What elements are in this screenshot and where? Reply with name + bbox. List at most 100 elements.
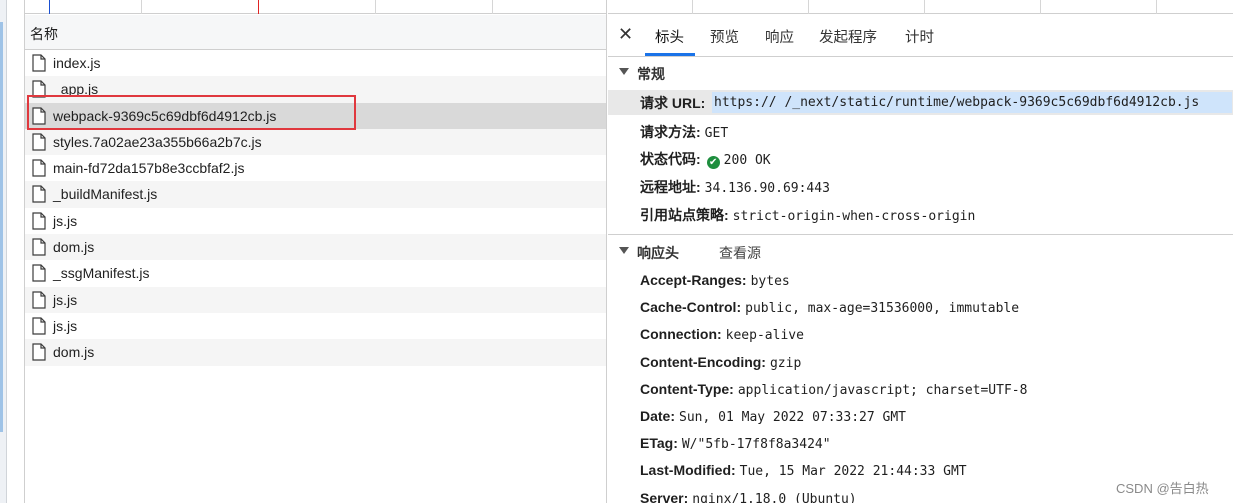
request-row[interactable]: _buildManifest.js xyxy=(25,181,606,208)
response-header-value: application/javascript; charset=UTF-8 xyxy=(737,382,1028,398)
request-name: index.js xyxy=(53,55,101,71)
timeline-tick xyxy=(375,0,376,14)
tab-preview[interactable]: 预览 xyxy=(710,26,739,47)
file-icon xyxy=(32,159,46,177)
name-column-label: 名称 xyxy=(30,26,58,42)
request-row[interactable]: _ssgManifest.js xyxy=(25,260,606,286)
response-header-key: ETag: xyxy=(640,435,678,452)
file-icon xyxy=(32,54,46,72)
response-header-key: Server: xyxy=(640,489,689,503)
response-header-value: bytes xyxy=(750,274,790,289)
request-row[interactable]: js.js xyxy=(25,208,606,234)
response-header-key: Connection: xyxy=(640,326,722,343)
referrer-policy-row: 引用站点策略: strict-origin-when-cross-origin xyxy=(640,205,975,225)
response-header-row: Connection: keep-alive xyxy=(640,326,804,346)
request-name: js.js xyxy=(53,291,78,308)
response-header-value: keep-alive xyxy=(725,328,804,344)
timeline-tick xyxy=(141,0,142,14)
response-header-row: Accept-Ranges: bytes xyxy=(640,272,790,292)
request-name: js.js xyxy=(53,212,78,229)
left-gutter xyxy=(0,0,7,503)
file-icon xyxy=(32,238,46,256)
status-code-row: 状态代码: ✔ 200 OK xyxy=(640,149,771,169)
response-header-key: Cache-Control: xyxy=(640,299,742,316)
remote-address-key: 远程地址: xyxy=(640,179,701,195)
file-icon xyxy=(32,291,46,309)
referrer-policy-value: strict-origin-when-cross-origin xyxy=(732,209,976,224)
file-icon xyxy=(32,212,46,230)
response-headers-section-header[interactable]: 响应头 查看源 xyxy=(608,243,1233,265)
request-row[interactable]: index.js xyxy=(25,50,606,76)
request-row[interactable]: dom.js xyxy=(25,339,606,366)
timeline-tick xyxy=(692,0,693,14)
request-row[interactable]: styles.7a02ae23a355b66a2b7c.js xyxy=(25,128,606,156)
response-header-value: Tue, 15 Mar 2022 21:44:33 GMT xyxy=(739,464,967,480)
tab-timing[interactable]: 计时 xyxy=(905,26,934,47)
response-header-row: Content-Encoding: gzip xyxy=(640,354,801,374)
response-header-value: public, max-age=31536000, immutable xyxy=(745,301,1020,317)
gutter-marker xyxy=(0,22,3,432)
response-header-value: nginx/1.18.0 (Ubuntu) xyxy=(692,491,857,503)
response-header-key: Accept-Ranges: xyxy=(640,272,747,288)
response-header-row: Last-Modified: Tue, 15 Mar 2022 21:44:33 … xyxy=(640,462,967,482)
request-row[interactable]: _app.js xyxy=(25,76,606,103)
close-icon[interactable]: ✕ xyxy=(618,25,634,43)
file-icon xyxy=(32,343,46,361)
request-row[interactable]: js.js xyxy=(25,286,606,313)
collapse-triangle-icon xyxy=(619,247,629,254)
timeline-tick xyxy=(492,0,493,14)
timeline-tick xyxy=(1040,0,1041,14)
response-header-row: Server: nginx/1.18.0 (Ubuntu) xyxy=(640,490,857,503)
general-section-title: 常规 xyxy=(637,66,665,82)
watermark: CSDN @告白热 xyxy=(1116,481,1209,496)
response-header-key: Date: xyxy=(640,408,676,424)
file-icon xyxy=(32,133,46,151)
response-header-key: Content-Type: xyxy=(640,380,734,397)
status-code-key: 状态代码: xyxy=(640,151,701,167)
request-name: _app.js xyxy=(53,81,99,98)
request-row[interactable]: main-fd72da157b8e3ccbfaf2.js xyxy=(25,155,606,181)
request-url-key: 请求 URL: xyxy=(640,95,706,111)
section-divider xyxy=(608,234,1233,235)
request-url-row: 请求 URL: https:// /_next/static/runtime/w… xyxy=(608,90,1233,115)
response-headers-title: 响应头 xyxy=(637,245,679,261)
file-icon xyxy=(32,185,46,204)
file-icon xyxy=(32,264,46,282)
request-name: dom.js xyxy=(53,344,95,361)
response-header-row: ETag: W/"5fb-17f8f8a3424" xyxy=(640,435,831,455)
file-icon xyxy=(32,106,46,125)
dom-content-loaded-line xyxy=(49,0,50,14)
request-name: styles.7a02ae23a355b66a2b7c.js xyxy=(53,133,262,150)
response-header-row: Content-Type: application/javascript; cha… xyxy=(640,381,1027,401)
request-name: js.js xyxy=(53,317,78,334)
name-column-header[interactable]: 名称 xyxy=(25,15,606,50)
remote-address-value: 34.136.90.69:443 xyxy=(704,181,830,196)
response-header-row: Date: Sun, 01 May 2022 07:33:27 GMT xyxy=(640,408,906,428)
timeline-overview-right xyxy=(608,0,1233,14)
request-row[interactable]: js.js xyxy=(25,313,606,339)
request-row[interactable]: webpack-9369c5c69dbf6d4912cb.js xyxy=(25,102,606,129)
tab-initiator[interactable]: 发起程序 xyxy=(819,26,877,47)
request-method-key: 请求方法: xyxy=(640,124,701,140)
view-source-link[interactable]: 查看源 xyxy=(719,243,761,263)
timeline-tick xyxy=(924,0,925,14)
tab-headers[interactable]: 标头 xyxy=(655,26,684,47)
response-header-value: W/"5fb-17f8f8a3424" xyxy=(681,437,831,453)
request-detail-panel: ✕ 标头 预览 响应 发起程序 计时 常规 请求 URL: https:// /… xyxy=(608,14,1233,503)
request-url-value[interactable]: https:// /_next/static/runtime/webpack-9… xyxy=(712,92,1232,113)
response-header-value: gzip xyxy=(769,355,802,371)
general-section-header[interactable]: 常规 xyxy=(608,64,1233,86)
request-name: webpack-9369c5c69dbf6d4912cb.js xyxy=(53,107,277,124)
request-list-panel: 名称 index.js _app.js webpack-9369c5c69dbf6d… xyxy=(24,0,607,503)
timeline-overview[interactable] xyxy=(25,0,606,14)
remote-address-row: 远程地址: 34.136.90.69:443 xyxy=(640,177,830,197)
file-icon xyxy=(32,80,46,98)
response-header-value: Sun, 01 May 2022 07:33:27 GMT xyxy=(679,410,906,425)
tab-response[interactable]: 响应 xyxy=(765,26,794,47)
active-tab-indicator xyxy=(645,53,695,56)
response-header-row: Cache-Control: public, max-age=31536000, … xyxy=(640,299,1019,319)
request-row[interactable]: dom.js xyxy=(25,234,606,261)
file-icon xyxy=(32,317,46,335)
referrer-policy-key: 引用站点策略: xyxy=(640,207,729,223)
request-name: _ssgManifest.js xyxy=(53,265,150,282)
